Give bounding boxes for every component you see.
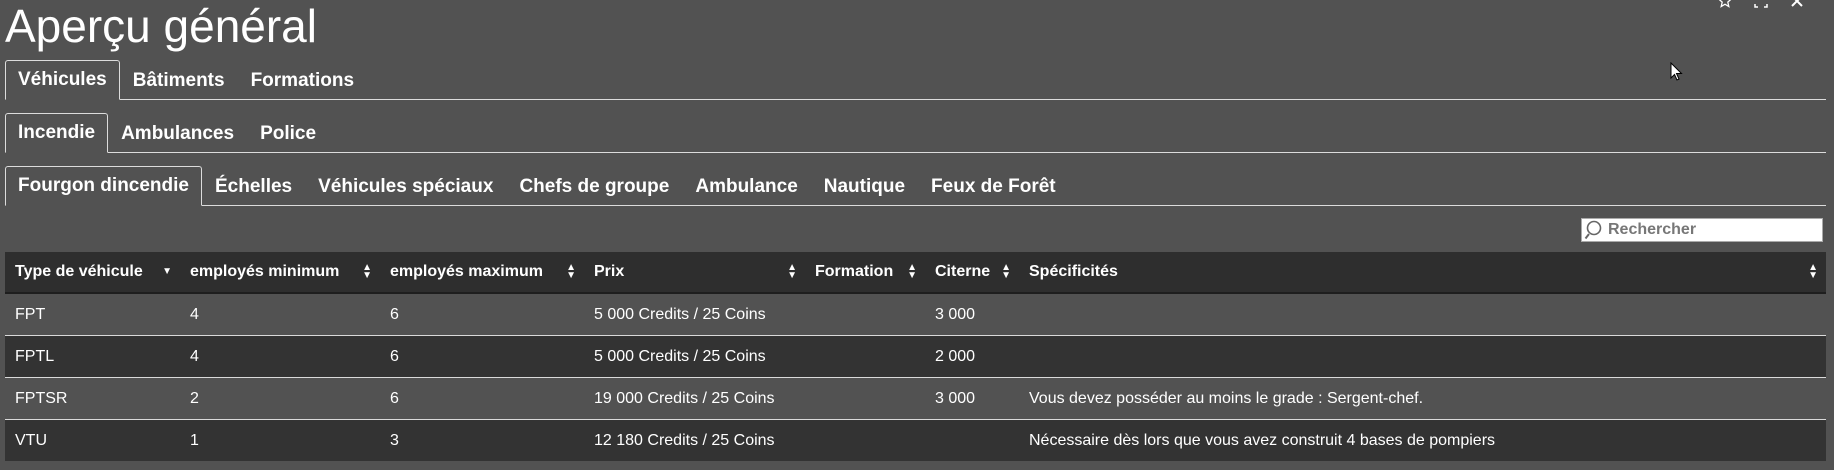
tab-feux-de-foret[interactable]: Feux de Forêt xyxy=(918,167,1069,206)
cell-employes-minimum: 1 xyxy=(180,419,380,461)
vehicle-table: Type de véhicule ▼ employés minimum ▲ ▼ e… xyxy=(5,252,1826,461)
cell-specificites: Nécessaire dès lors que vous avez constr… xyxy=(1019,419,1826,461)
column-header-employes-maximum[interactable]: employés maximum ▲ ▼ xyxy=(380,252,584,294)
page-title: Aperçu général xyxy=(5,0,317,52)
cell-formation xyxy=(805,293,925,336)
cell-citerne: 2 000 xyxy=(925,335,1019,378)
column-header-prix[interactable]: Prix ▲ ▼ xyxy=(584,252,805,294)
sort-desc-icon[interactable]: ▼ xyxy=(162,267,172,277)
cell-formation xyxy=(805,419,925,461)
main-tabs: Véhicules Bâtiments Formations xyxy=(5,59,1826,100)
tab-formations[interactable]: Formations xyxy=(238,61,367,100)
cell-prix: 12 180 Credits / 25 Coins xyxy=(584,419,805,461)
cell-employes-maximum: 6 xyxy=(380,335,584,378)
cell-citerne: 3 000 xyxy=(925,377,1019,420)
table-row: FPTSR 2 6 19 000 Credits / 25 Coins 3 00… xyxy=(5,377,1826,420)
table-row: FPTL 4 6 5 000 Credits / 25 Coins 2 000 xyxy=(5,335,1826,378)
cell-specificites xyxy=(1019,293,1826,336)
tab-fourgon-dincendie[interactable]: Fourgon dincendie xyxy=(5,166,202,206)
tab-batiments[interactable]: Bâtiments xyxy=(120,61,238,100)
tab-echelles[interactable]: Échelles xyxy=(202,167,305,206)
column-header-specificites[interactable]: Spécificités ▲ ▼ xyxy=(1019,252,1826,294)
cell-employes-minimum: 4 xyxy=(180,293,380,336)
tab-ambulance[interactable]: Ambulance xyxy=(682,167,810,206)
window-controls xyxy=(1718,0,1804,11)
cell-type: VTU xyxy=(5,419,180,461)
table-row: VTU 1 3 12 180 Credits / 25 Coins Nécess… xyxy=(5,419,1826,461)
cell-prix: 19 000 Credits / 25 Coins xyxy=(584,377,805,420)
cell-type: FPT xyxy=(5,293,180,336)
sort-icon[interactable]: ▲ ▼ xyxy=(787,263,797,281)
column-header-type[interactable]: Type de véhicule ▼ xyxy=(5,252,180,294)
cell-employes-minimum: 2 xyxy=(180,377,380,420)
category-tabs: Incendie Ambulances Police xyxy=(5,112,1826,153)
tab-nautique[interactable]: Nautique xyxy=(811,167,918,206)
cell-employes-maximum: 6 xyxy=(380,293,584,336)
cell-specificites xyxy=(1019,335,1826,378)
cell-citerne xyxy=(925,419,1019,461)
sort-icon[interactable]: ▲ ▼ xyxy=(907,263,917,281)
column-header-citerne[interactable]: Citerne ▲ ▼ xyxy=(925,252,1019,294)
column-header-formation[interactable]: Formation ▲ ▼ xyxy=(805,252,925,294)
tab-vehicules-speciaux[interactable]: Véhicules spéciaux xyxy=(305,167,506,206)
cell-employes-maximum: 6 xyxy=(380,377,584,420)
search-box xyxy=(1581,218,1823,242)
sort-icon[interactable]: ▲ ▼ xyxy=(1001,263,1011,281)
search-input[interactable] xyxy=(1606,220,1822,240)
tab-ambulances[interactable]: Ambulances xyxy=(108,114,247,153)
table-header-row: Type de véhicule ▼ employés minimum ▲ ▼ e… xyxy=(5,252,1826,294)
cell-employes-minimum: 4 xyxy=(180,335,380,378)
sort-icon[interactable]: ▲ ▼ xyxy=(362,263,372,281)
cell-type: FPTSR xyxy=(5,377,180,420)
cell-formation xyxy=(805,335,925,378)
maximize-icon[interactable] xyxy=(1754,0,1768,11)
table-row: FPT 4 6 5 000 Credits / 25 Coins 3 000 xyxy=(5,293,1826,336)
cell-prix: 5 000 Credits / 25 Coins xyxy=(584,293,805,336)
tab-incendie[interactable]: Incendie xyxy=(5,113,109,153)
sort-icon[interactable]: ▲ ▼ xyxy=(566,263,576,281)
column-header-employes-minimum[interactable]: employés minimum ▲ ▼ xyxy=(180,252,380,294)
cell-prix: 5 000 Credits / 25 Coins xyxy=(584,335,805,378)
overview-window: Aperçu général Véhicules Bâtiments Forma… xyxy=(0,0,1834,470)
cell-employes-maximum: 3 xyxy=(380,419,584,461)
cell-formation xyxy=(805,377,925,420)
vehicle-type-tabs: Fourgon dincendie Échelles Véhicules spé… xyxy=(5,165,1826,206)
search-icon xyxy=(1584,220,1602,240)
cell-specificites: Vous devez posséder au moins le grade : … xyxy=(1019,377,1826,420)
tab-police[interactable]: Police xyxy=(247,114,329,153)
star-icon[interactable] xyxy=(1718,0,1732,11)
sort-icon[interactable]: ▲ ▼ xyxy=(1808,263,1818,281)
tab-vehicules[interactable]: Véhicules xyxy=(5,60,120,100)
cell-type: FPTL xyxy=(5,335,180,378)
cell-citerne: 3 000 xyxy=(925,293,1019,336)
tab-chefs-de-groupe[interactable]: Chefs de groupe xyxy=(506,167,682,206)
close-icon[interactable] xyxy=(1790,0,1804,11)
